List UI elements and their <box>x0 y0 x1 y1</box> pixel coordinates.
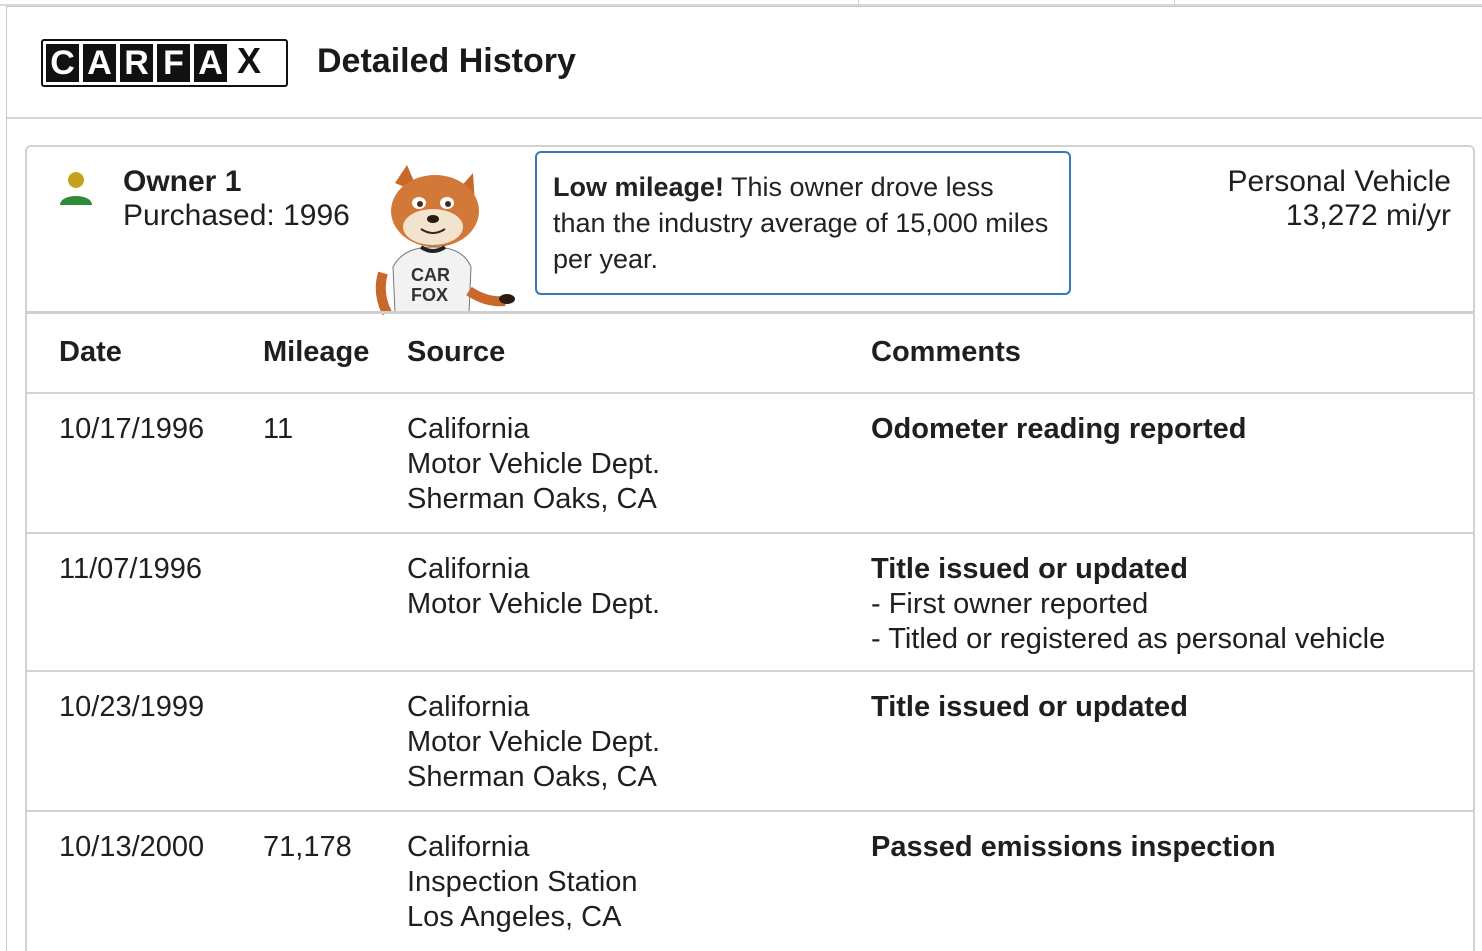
row-date: 11/07/1996 <box>59 553 202 585</box>
comment-item: - First owner reported <box>871 588 1149 620</box>
source-line: California <box>407 413 530 445</box>
carfox-mascot-icon: CAR FOX <box>375 165 515 316</box>
column-header-date: Date <box>59 336 122 368</box>
person-icon <box>60 172 92 205</box>
low-mileage-callout: Low mileage! This owner drove less than … <box>535 151 1071 295</box>
table-row: 10/17/1996 11 California Motor Vehicle D… <box>27 394 1473 534</box>
logo-letter: A <box>194 44 227 82</box>
source-line: Motor Vehicle Dept. <box>407 726 661 758</box>
source-line: Motor Vehicle Dept. <box>407 448 661 480</box>
column-header-mileage: Mileage <box>263 336 370 368</box>
row-date: 10/17/1996 <box>59 413 205 445</box>
section-header: C A R F A X Detailed History <box>7 7 1482 119</box>
row-source: California Motor Vehicle Dept. Sherman O… <box>407 690 660 795</box>
row-mileage: 11 <box>263 413 294 445</box>
logo-letter: C <box>46 44 79 82</box>
logo-letter: R <box>120 44 153 82</box>
row-date: 10/13/2000 <box>59 831 205 863</box>
row-source: California Motor Vehicle Dept. <box>407 552 660 622</box>
row-comments: Title issued or updated <box>871 690 1188 725</box>
row-source: California Motor Vehicle Dept. Sherman O… <box>407 412 660 517</box>
source-line: California <box>407 831 530 863</box>
logo-letter: F <box>157 44 190 82</box>
column-header-source: Source <box>407 336 506 368</box>
mascot-shirt-text: FOX <box>411 285 448 305</box>
mileage-per-year: 13,272 mi/yr <box>1285 199 1451 232</box>
carfax-logo: C A R F A X <box>41 39 288 87</box>
table-row: 11/07/1996 California Motor Vehicle Dept… <box>27 534 1473 672</box>
row-mileage: 71,178 <box>263 831 352 863</box>
table-row: 10/13/2000 71,178 California Inspection … <box>27 812 1473 951</box>
logo-letter: X <box>231 40 267 82</box>
owner-purchased: Purchased: 1996 <box>123 199 350 232</box>
page-title: Detailed History <box>317 42 576 80</box>
source-line: Sherman Oaks, CA <box>407 483 657 515</box>
comment-title: Odometer reading reported <box>871 413 1247 445</box>
source-line: Inspection Station <box>407 866 638 898</box>
row-date: 10/23/1999 <box>59 691 205 723</box>
table-row: 10/23/1999 California Motor Vehicle Dept… <box>27 672 1473 812</box>
comment-title: Title issued or updated <box>871 553 1188 585</box>
mascot-shirt-text: CAR <box>411 265 450 285</box>
logo-letter: A <box>83 44 116 82</box>
column-header-comments: Comments <box>871 336 1021 368</box>
source-line: Sherman Oaks, CA <box>407 761 657 793</box>
comment-item: - Titled or registered as personal vehic… <box>871 623 1386 655</box>
callout-bold: Low mileage! <box>553 172 725 202</box>
source-line: Los Angeles, CA <box>407 901 622 933</box>
vehicle-type: Personal Vehicle <box>1227 165 1451 198</box>
owner-label: Owner 1 <box>123 165 242 198</box>
row-comments: Passed emissions inspection <box>871 830 1276 865</box>
comment-title: Passed emissions inspection <box>871 831 1276 863</box>
source-line: Motor Vehicle Dept. <box>407 588 661 620</box>
row-comments: Title issued or updated - First owner re… <box>871 552 1385 657</box>
history-table: Date Mileage Source Comments 10/17/1996 … <box>27 311 1473 951</box>
row-source: California Inspection Station Los Angele… <box>407 830 638 935</box>
table-header-row: Date Mileage Source Comments <box>27 314 1473 394</box>
history-section: C A R F A X Detailed History Owner 1 Pur… <box>6 6 1482 951</box>
row-comments: Odometer reading reported <box>871 412 1246 447</box>
source-line: California <box>407 691 530 723</box>
owner-card: Owner 1 Purchased: 1996 CAR FOX Low mile… <box>25 145 1475 951</box>
comment-title: Title issued or updated <box>871 691 1188 723</box>
source-line: California <box>407 553 530 585</box>
